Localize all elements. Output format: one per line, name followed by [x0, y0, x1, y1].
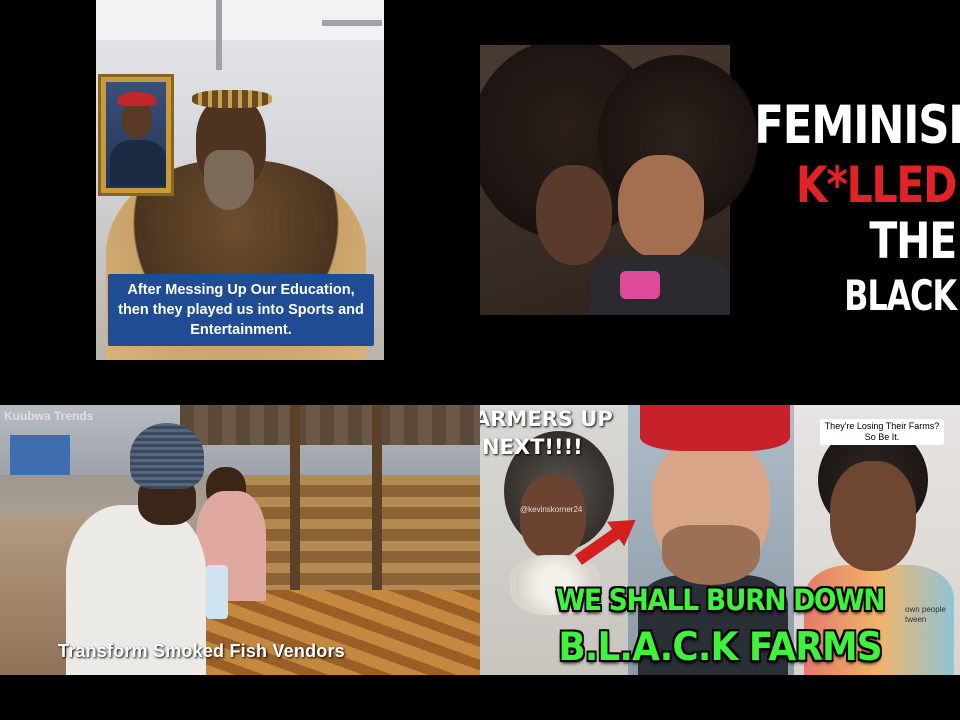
headline-red-word: K*LLED — [795, 156, 957, 214]
video-caption: After Messing Up Our Education, then the… — [108, 274, 374, 346]
video-thumbnail-farms[interactable]: ARMERS UP NEXT!!!! @kevinskorner24 They'… — [480, 405, 960, 675]
mother-child-photo — [480, 45, 758, 315]
smoked-fish-table — [200, 590, 480, 675]
fish-shelves — [230, 475, 480, 595]
p3-face — [830, 461, 916, 571]
caption-line: After Messing Up Our Education, — [127, 282, 355, 298]
headline: FEMINISM K*LLED THE BLACK FAMILY — [710, 95, 960, 315]
overlay-line-1: WE SHALL BURN DOWN — [555, 583, 886, 617]
panel1-heading-line: ARMERS UP — [480, 407, 613, 431]
video-thumbnail-speaker[interactable]: After Messing Up Our Education, then the… — [96, 0, 384, 360]
video-thumbnail-feminism[interactable]: FEMINISM K*LLED THE BLACK FAMILY — [480, 45, 960, 315]
speaker-beard — [204, 150, 254, 210]
video-thumbnail-fish-market[interactable]: Kuubwa Trends Transform Smoked Fish Vend… — [0, 405, 480, 675]
headline-white-word: THE — [869, 212, 957, 270]
p2-beard — [662, 525, 760, 585]
overlay-line-2: B.L.A.C.K FARMS — [558, 625, 882, 670]
caption-line: then they played us into Sports and — [118, 302, 364, 318]
headline-line-2: K*LLED THE — [754, 156, 957, 270]
water-bottle — [206, 565, 228, 619]
pipe — [216, 0, 222, 70]
pipe — [322, 20, 382, 26]
watermark: Kuubwa Trends — [4, 409, 94, 423]
panel1-heading: ARMERS UP NEXT!!!! — [480, 405, 613, 461]
p1-face — [520, 475, 586, 559]
caption-line: Entertainment. — [190, 322, 292, 338]
speech-caption-line: They're Losing Their Farms? — [824, 421, 940, 431]
knit-cap — [130, 423, 204, 489]
portrait-frame — [98, 74, 174, 196]
speech-caption: They're Losing Their Farms? So Be It. — [820, 419, 944, 445]
speech-caption-line: So Be It. — [864, 432, 900, 442]
video-caption: Transform Smoked Fish Vendors — [58, 641, 345, 661]
market-roof — [180, 405, 480, 445]
red-cap — [640, 405, 790, 451]
headline-line-1: FEMINISM — [754, 95, 960, 156]
headline-line-3: BLACK FAMILY — [844, 271, 957, 315]
speaker-headband — [192, 90, 272, 108]
background-house — [10, 435, 70, 475]
social-handle: @kevinskorner24 — [520, 505, 583, 514]
panel1-heading-line: NEXT!!!! — [482, 435, 583, 459]
